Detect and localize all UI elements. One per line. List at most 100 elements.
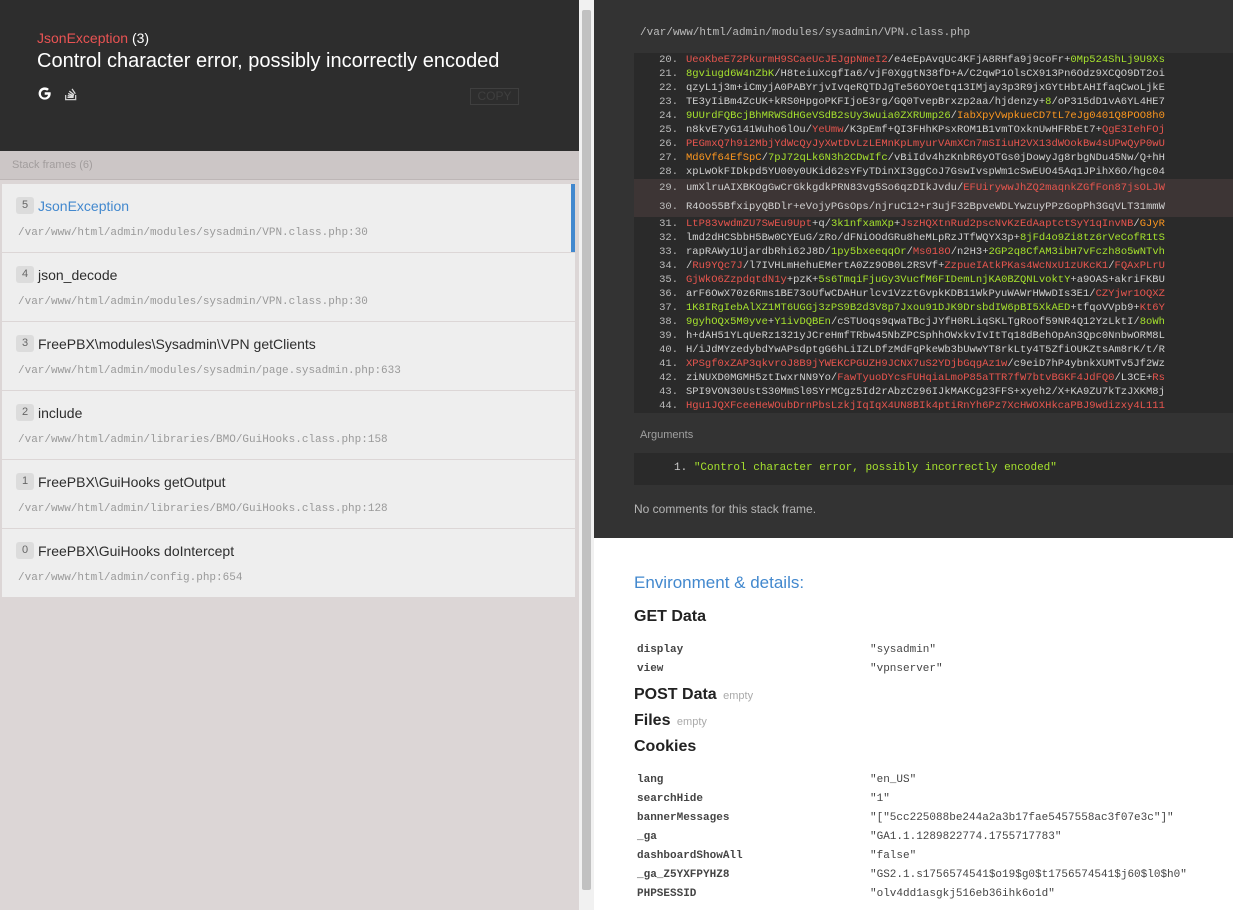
kv-value: "GA1.1.1289822774.1755717783": [870, 830, 1062, 843]
code-line: 31. LtP83vwdmZU7SwEu9Upt+q/3k1nfxamXp+Jsz…: [634, 217, 1233, 231]
search-links: [37, 85, 542, 101]
line-number: 23.: [659, 96, 678, 108]
kv-value: "false": [870, 849, 917, 862]
code-token: 5s6TmqiFjuGy3VucfM6FIDemLnjKA0BZQNLvoktY: [818, 274, 1071, 286]
code-line: 35. GjWkO6ZzpdqtdN1y+pzK+5s6TmqiFjuGy3Vuc…: [634, 273, 1233, 287]
stack-frame[interactable]: 5 JsonException/var/www/html/admin/module…: [2, 184, 575, 253]
code-token: TE3yIiBm4ZcUK+kRS0HpgoPKFIjoE3rg/GQ0Tvep…: [686, 96, 1046, 108]
code-token: xpLwOkFIDkpd5YU00y0UKid62sYFyTDinXI3ggCo…: [686, 166, 1165, 178]
code-token: /cSTUoqs9qwaTBcjJYfH0RLiqSKLTgRoof59NR4Q…: [830, 316, 1140, 328]
post-data-label: POST Data: [634, 686, 717, 703]
kv-value: "olv4dd1asgkj516eb36ihk6o1d": [870, 887, 1055, 900]
line-number: 26.: [659, 138, 678, 150]
code-line: 33. rapRAWy1UjardbRhi62J8D/1py5bxeeqqOr/M…: [634, 245, 1233, 259]
frame-index: 5: [16, 197, 34, 215]
code-line: 32. lmd2dHCSbbH5Bw0CYEuG/zRo/dFNiOOdGRu8h…: [634, 231, 1233, 245]
code-token: 9UUrdFQBcjBhMRWSdHGeVSdB2sUy3wuia0ZXRUmp…: [686, 110, 951, 122]
code-token: 8oWh: [1139, 316, 1165, 328]
line-number: 36.: [659, 288, 678, 300]
frame-index: 2: [16, 404, 34, 422]
stack-frame[interactable]: 3 FreePBX\modules\Sysadmin\VPN getClients…: [2, 322, 575, 391]
kv-key: _ga_Z5YXFPYHZ8: [637, 868, 730, 881]
get-data-label: GET Data: [634, 608, 707, 625]
line-text: 8gviugd6W4nZbK/H8teiuXcgfIa6/vjF0XggtN38…: [686, 67, 1165, 81]
file-path: /var/www/html/admin/modules/sysadmin/VPN…: [640, 27, 971, 39]
line-number: 20.: [659, 54, 678, 66]
code-token: 9gyhOQx5M0yve: [686, 316, 768, 328]
line-text: UeoKbeE72PkurmH9SCaeUcJEJgpNmeI2/e4eEpAv…: [686, 53, 1165, 67]
copy-button[interactable]: COPY: [470, 88, 519, 105]
kv-key: dashboardShowAll: [637, 849, 743, 862]
kv-row: display "sysadmin": [634, 640, 943, 659]
code-line: 34. /Ru9YQc7J/l7IVHLmHehuEMertA0Zz9OB0L2R…: [634, 259, 1233, 273]
line-text: h+dAH51YLqUeRz1321yJCreHmfTRbw45NbZPCSph…: [686, 329, 1165, 343]
code-line: 24. 9UUrdFQBcjBhMRWSdHGeVSdB2sUy3wuia0ZXR…: [634, 109, 1233, 123]
code-token: IabXpyVwpkueCD7tL7eJg0401Q8POO8h0: [956, 110, 1165, 122]
kv-key: bannerMessages: [637, 811, 730, 824]
stack-frame[interactable]: 1 FreePBX\GuiHooks getOutput/var/www/html…: [2, 460, 575, 529]
line-number: 32.: [659, 232, 678, 244]
line-text: SPI9VON30UstS30MmSl0SYrMCgz5Id2rAbzCz96I…: [686, 385, 1165, 399]
line-text: 9UUrdFQBcjBhMRWSdHGeVSdB2sUy3wuia0ZXRUmp…: [686, 109, 1165, 123]
line-text: rapRAWy1UjardbRhi62J8D/1py5bxeeqqOr/Ms01…: [686, 245, 1165, 259]
stack-frames-list: 5 JsonException/var/www/html/admin/module…: [0, 180, 577, 598]
kv-key: display: [637, 643, 684, 656]
frame-file: /var/www/html/admin/modules/sysadmin/pag…: [18, 365, 401, 377]
line-number: 40.: [659, 344, 678, 356]
code-token: SPI9VON30UstS30MmSl0SYrMCgz5Id2rAbzCz96I…: [686, 386, 1165, 398]
frame-comments: No comments for this stack frame.: [634, 502, 817, 516]
code-line: 43. SPI9VON30UstS30MmSl0SYrMCgz5Id2rAbzCz…: [634, 385, 1233, 399]
exception-header: JsonException (3) Control character erro…: [0, 0, 579, 151]
frame-file: /var/www/html/admin/libraries/BMO/GuiHoo…: [18, 434, 388, 446]
kv-row: _ga_Z5YXFPYHZ8 "GS2.1.s1756574541$o19$g0$…: [634, 865, 1187, 884]
exception-message: Control character error, possibly incorr…: [37, 50, 500, 72]
line-text: LtP83vwdmZU7SwEu9Upt+q/3k1nfxamXp+JszHQX…: [686, 217, 1165, 231]
code-token: FQAxPLrU: [1114, 260, 1165, 272]
code-token: Rs: [1152, 372, 1165, 384]
post-data-title: POST Data empty: [634, 686, 1233, 704]
line-text: 1K8IRgIebAlXZ1MT6UGGj3zPS9B2d3V8p7Jxou91…: [686, 301, 1165, 315]
code-token: /L3CE+: [1114, 372, 1153, 384]
scrollbar[interactable]: [579, 0, 594, 910]
cookies-title: Cookies: [634, 738, 1233, 756]
line-number: 28.: [659, 166, 678, 178]
frame-details: /var/www/html/admin/modules/sysadmin/VPN…: [594, 0, 1233, 538]
code-token: Hgu1JQXFceeHeWOubDrnPbsLzkjIqIqX4UN8BIk4…: [686, 400, 1165, 412]
cookies-label: Cookies: [634, 738, 697, 755]
get-data-table: display "sysadmin" view "vpnserver": [634, 640, 943, 678]
code-token: h+dAH51YLqUeRz1321yJCreHmfTRbw45NbZPCSph…: [686, 330, 1165, 342]
code-line: 27. Md6Vf64EfSpC/7pJ72qLk6N3h2CDwIfc/vBiI…: [634, 151, 1233, 165]
stackoverflow-icon[interactable]: [64, 85, 78, 101]
code-line: 42. ziNUXD0MGMH5ztIwxrNN9Yo/FawTyuoDYcsFU…: [634, 371, 1233, 385]
post-empty-badge: empty: [723, 690, 754, 702]
code-token: JszHQXtnRud2pscNvKzEdAaptctSyY1qInvNB: [900, 218, 1134, 230]
arguments-list: 1. "Control character error, possibly in…: [634, 453, 1233, 485]
code-token: CZYjwr1OQXZ: [1095, 288, 1165, 300]
line-number: 43.: [659, 386, 678, 398]
google-icon[interactable]: [37, 86, 52, 101]
scrollbar-thumb[interactable]: [582, 10, 591, 890]
code-token: ziNUXD0MGMH5ztIwxrNN9Yo/: [686, 372, 838, 384]
frame-function: json_decode: [38, 266, 118, 283]
line-number: 29.: [659, 182, 678, 194]
frame-index: 3: [16, 335, 34, 353]
line-number: 39.: [659, 330, 678, 342]
code-token: 8gviugd6W4nZbK: [686, 68, 775, 80]
code-token: arF6OwX70z6Rms1BE73oUfwCDAHurlcv1VzztGvp…: [686, 288, 1096, 300]
code-line: 23. TE3yIiBm4ZcUK+kRS0HpgoPKFIjoE3rg/GQ0T…: [634, 95, 1233, 109]
code-line: 20. UeoKbeE72PkurmH9SCaeUcJEJgpNmeI2/e4eE…: [634, 53, 1233, 67]
code-token: /K3pEmf+QI3FHhKPsxROM1B1vmTOxknUwHFRbEt7…: [843, 124, 1102, 136]
stack-frame[interactable]: 0 FreePBX\GuiHooks doIntercept/var/www/ht…: [2, 529, 575, 598]
kv-row: PHPSESSID "olv4dd1asgkj516eb36ihk6o1d": [634, 884, 1187, 903]
code-line: 26. PEGmxQ7h9i2MbjYdWcQyJyXwtDvLzLEMnKpLm…: [634, 137, 1233, 151]
kv-value: "GS2.1.s1756574541$o19$g0$t1756574541$j6…: [870, 868, 1187, 881]
kv-key: _ga: [637, 830, 657, 843]
arguments-title: Arguments: [640, 429, 694, 441]
code-token: /oP315dD1vA6YL4HE7: [1051, 96, 1165, 108]
stack-frame[interactable]: 2 include/var/www/html/admin/libraries/BM…: [2, 391, 575, 460]
code-viewer: 20. UeoKbeE72PkurmH9SCaeUcJEJgpNmeI2/e4eE…: [634, 53, 1233, 413]
code-token: Y1ivDQBEn: [774, 316, 831, 328]
code-token: /e4eEpAvqUc4KFjA8RHfa9j9coFr+: [887, 54, 1071, 66]
stack-frame[interactable]: 4 json_decode/var/www/html/admin/modules/…: [2, 253, 575, 322]
code-token: +tfqoVVpb9+: [1070, 302, 1140, 314]
